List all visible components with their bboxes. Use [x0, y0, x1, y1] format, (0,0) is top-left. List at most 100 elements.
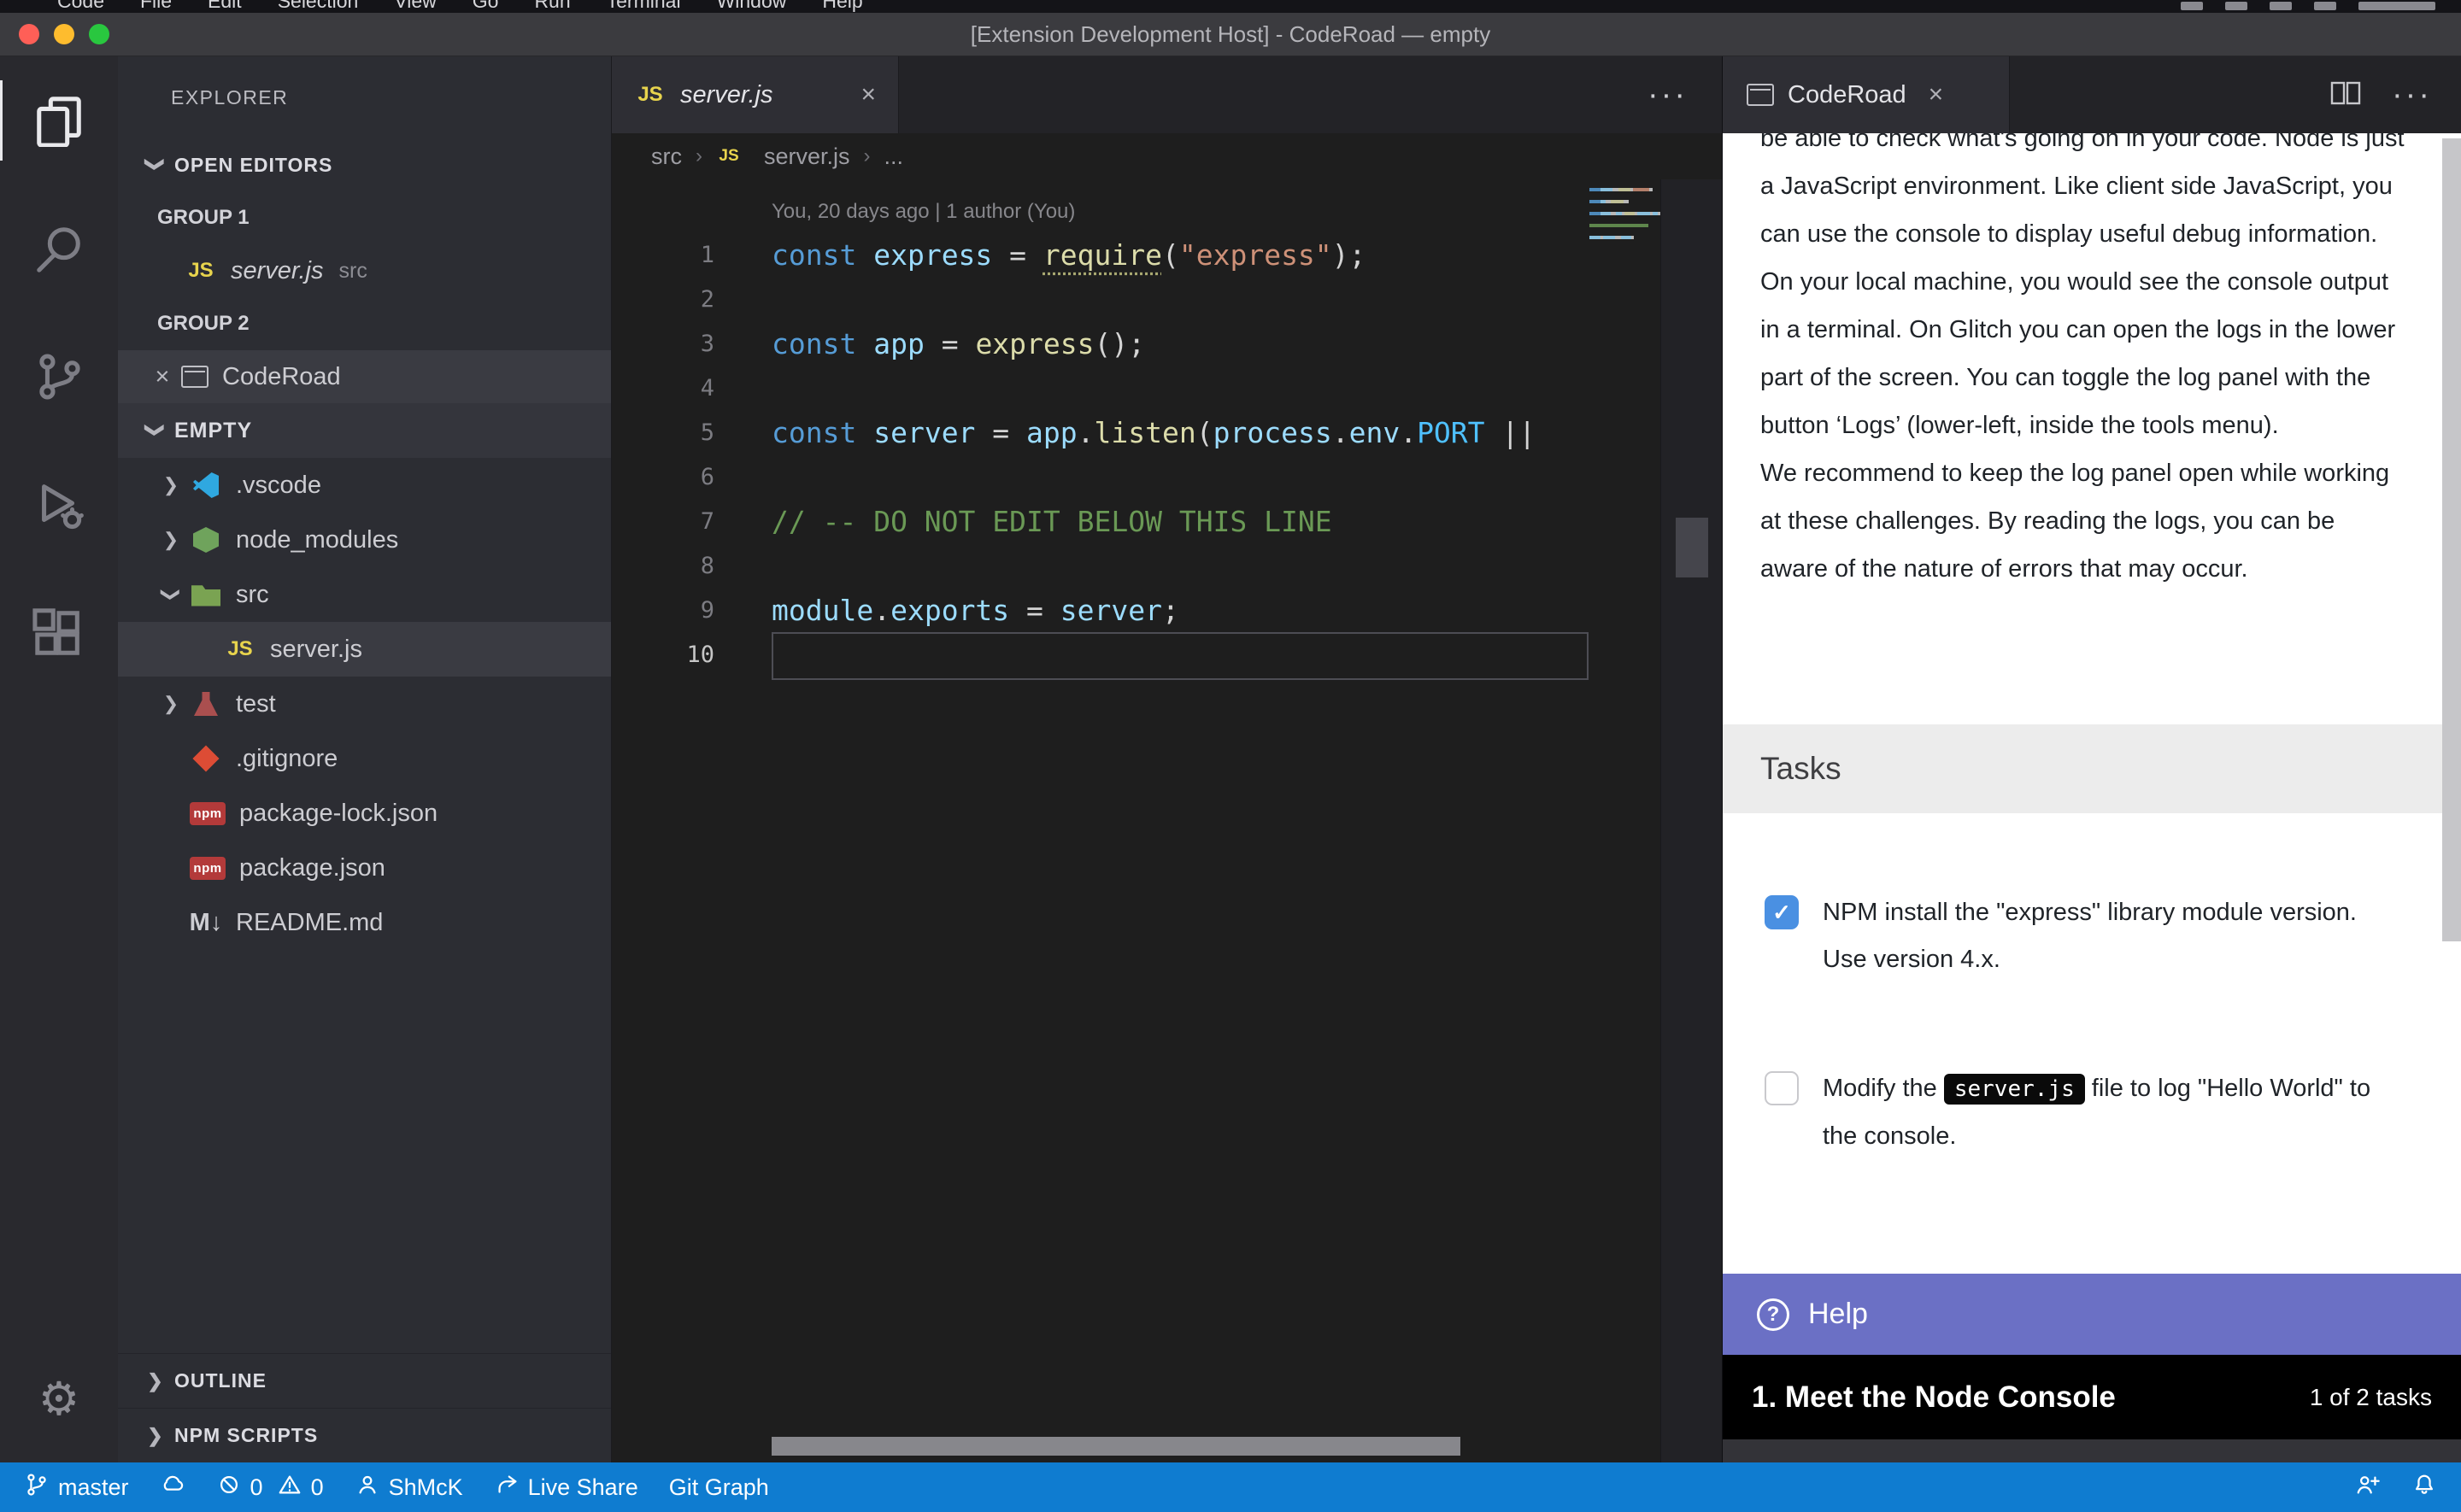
tree-item-label: src — [236, 581, 269, 609]
menu-go[interactable]: Go — [455, 0, 517, 13]
warning-count[interactable]: 0 — [277, 1472, 324, 1503]
error-count[interactable]: 0 — [216, 1472, 263, 1503]
code-line-4[interactable]: 4 — [612, 366, 1722, 410]
task-item-modify-server: Modify the server.js file to log "Hello … — [1765, 1071, 2393, 1160]
tree-item-label: .gitignore — [236, 745, 338, 773]
menu-file[interactable]: File — [122, 0, 190, 13]
codelens-annotation[interactable]: You, 20 days ago | 1 author (You) — [772, 200, 1075, 224]
explorer-icon[interactable] — [0, 56, 118, 185]
error-icon — [216, 1472, 242, 1503]
file-tree: ❯.vscode❯node_modules❯srcJSserver.js❯tes… — [118, 458, 611, 950]
open-editor-serverjs[interactable]: JS server.js src — [118, 244, 611, 297]
workspace-section-header[interactable]: ❯ EMPTY — [118, 403, 611, 458]
chevron-right-icon: › — [864, 144, 871, 168]
invite-button[interactable] — [2355, 1472, 2381, 1503]
live-share-button[interactable]: Live Share — [494, 1472, 638, 1503]
code-line-5[interactable]: 5const server = app.listen(process.env.P… — [612, 410, 1722, 454]
code-line-6[interactable]: 6 — [612, 454, 1722, 499]
line-number: 6 — [612, 464, 714, 490]
live-share-account[interactable]: ShMcK — [355, 1472, 463, 1503]
menu-help[interactable]: Help — [804, 0, 880, 13]
line-number: 4 — [612, 375, 714, 401]
run-and-debug-icon[interactable] — [0, 441, 118, 569]
sync-status[interactable] — [160, 1472, 185, 1503]
menu-code[interactable]: Code — [39, 0, 122, 13]
code-line-2[interactable]: 2 — [612, 277, 1722, 321]
open-editors-section-header[interactable]: ❯ OPEN EDITORS — [118, 138, 611, 191]
menu-window[interactable]: Window — [699, 0, 805, 13]
chevron-down-icon: ❯ — [152, 583, 190, 606]
status-label: Git Graph — [669, 1474, 769, 1501]
tab-coderoad[interactable]: CodeRoad × — [1723, 56, 2010, 133]
live-share-icon — [494, 1472, 520, 1503]
close-window-button[interactable] — [19, 24, 39, 44]
code-editor[interactable]: You, 20 days ago | 1 author (You) 1const… — [612, 179, 1722, 1462]
explorer-sidebar: EXPLORER ❯ OPEN EDITORS GROUP 1 JS serve… — [118, 56, 612, 1462]
close-icon[interactable]: × — [144, 363, 181, 391]
close-tab-icon[interactable]: × — [1929, 80, 1944, 109]
breadcrumb-file[interactable]: server.js — [764, 144, 850, 170]
minimize-window-button[interactable] — [54, 24, 74, 44]
checkbox-unchecked[interactable] — [1765, 1071, 1799, 1105]
scrollbar-thumb[interactable] — [1676, 518, 1708, 577]
notifications-button[interactable] — [2411, 1472, 2437, 1503]
tree-item-package-lock-json[interactable]: npmpackage-lock.json — [118, 786, 611, 841]
menu-view[interactable]: View — [376, 0, 454, 13]
settings-gear-icon[interactable]: ⚙︎ — [0, 1334, 118, 1462]
split-editor-icon[interactable] — [2330, 80, 2361, 110]
help-button[interactable]: ? Help — [1723, 1274, 2461, 1355]
tree-item--vscode[interactable]: ❯.vscode — [118, 458, 611, 513]
breadcrumb-symbol[interactable]: ... — [884, 144, 904, 170]
menu-bar-status-icons[interactable] — [2181, 2, 2435, 10]
tree-item-node-modules[interactable]: ❯ node_modules — [118, 513, 611, 567]
chevron-right-icon: ❯ — [152, 693, 190, 715]
js-file-icon: JS — [716, 140, 742, 173]
menu-terminal[interactable]: Terminal — [589, 0, 699, 13]
tree-item-readme-md[interactable]: M↓README.md — [118, 895, 611, 950]
code-line-8[interactable]: 8 — [612, 543, 1722, 588]
tree-item-test[interactable]: ❯test — [118, 677, 611, 731]
open-editor-coderoad[interactable]: × CodeRoad — [118, 350, 611, 403]
editor-horizontal-scrollbar[interactable] — [772, 1437, 1460, 1456]
tree-item-src[interactable]: ❯ src — [118, 567, 611, 622]
vscode-icon — [190, 469, 222, 501]
minimap-line — [1589, 194, 1661, 200]
panel-tab-bar: CodeRoad × ··· — [1723, 56, 2461, 133]
chevron-right-icon: ❯ — [152, 529, 190, 551]
invite-icon — [2355, 1472, 2381, 1503]
menu-edit[interactable]: Edit — [190, 0, 260, 13]
webview-scrollbar[interactable] — [2442, 138, 2461, 941]
tree-item-server-js[interactable]: JSserver.js — [118, 622, 611, 677]
tree-item--gitignore[interactable]: .gitignore — [118, 731, 611, 786]
menu-selection[interactable]: Selection — [260, 0, 377, 13]
branch-indicator[interactable]: master — [24, 1472, 129, 1503]
lesson-paragraph-1: be able to check what's going on in your… — [1760, 133, 2406, 449]
breadcrumb-src[interactable]: src — [651, 144, 682, 170]
code-line-7[interactable]: 7// -- DO NOT EDIT BELOW THIS LINE — [612, 499, 1722, 543]
close-tab-icon[interactable]: × — [860, 80, 876, 109]
search-icon[interactable] — [0, 185, 118, 313]
source-control-icon[interactable] — [0, 313, 118, 441]
menu-run[interactable]: Run — [516, 0, 588, 13]
outline-section-header[interactable]: ❯ OUTLINE — [118, 1353, 611, 1408]
macos-menu-bar: CodeFileEditSelectionViewGoRunTerminalWi… — [0, 0, 2461, 13]
editor-vertical-scrollbar[interactable] — [1660, 179, 1722, 1462]
code-line-10[interactable]: 10 — [612, 632, 1722, 677]
npm-scripts-section-header[interactable]: ❯ NPM SCRIPTS — [118, 1408, 611, 1462]
tab-serverjs[interactable]: JS server.js × — [612, 56, 899, 133]
editor-more-actions-icon[interactable]: ··· — [1648, 86, 1688, 103]
git-graph-button[interactable]: Git Graph — [669, 1474, 769, 1501]
zoom-window-button[interactable] — [89, 24, 109, 44]
js-icon: JS — [224, 633, 256, 665]
lesson-title: 1. Meet the Node Console — [1752, 1380, 2116, 1415]
minimap[interactable] — [1589, 188, 1661, 248]
tree-item-label: node_modules — [236, 526, 398, 554]
code-line-1[interactable]: 1const express = require("express"); — [612, 232, 1722, 277]
tree-item-package-json[interactable]: npmpackage.json — [118, 841, 611, 895]
code-line-3[interactable]: 3const app = express(); — [612, 321, 1722, 366]
panel-more-actions-icon[interactable]: ··· — [2392, 86, 2432, 103]
code-line-9[interactable]: 9module.exports = server; — [612, 588, 1722, 632]
extensions-icon[interactable] — [0, 569, 118, 697]
chevron-right-icon: ❯ — [152, 474, 190, 496]
checkbox-checked[interactable]: ✓ — [1765, 895, 1799, 929]
